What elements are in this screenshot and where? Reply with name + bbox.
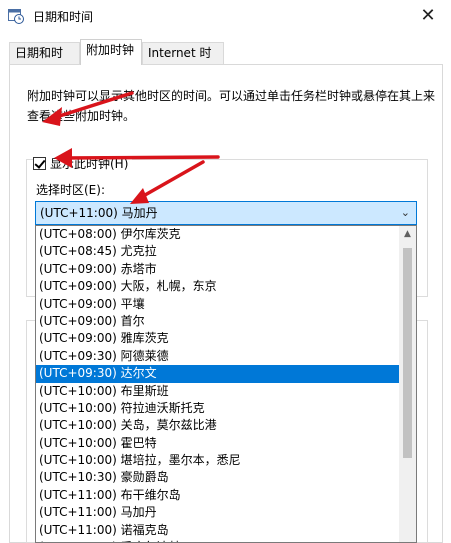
chevron-down-icon: ⌄ [400,206,410,219]
timezone-option[interactable]: (UTC+08:45) 尤克拉 [36,243,400,260]
timezone-option[interactable]: (UTC+10:00) 布里斯班 [36,383,400,400]
timezone-option[interactable]: (UTC+10:00) 霍巴特 [36,435,400,452]
show-clock-checkbox-row[interactable]: 显示此时钟(H) [33,154,133,172]
timezone-option[interactable]: (UTC+09:00) 大阪，札幌，东京 [36,278,400,295]
timezone-option[interactable]: (UTC+08:00) 伊尔库茨克 [36,226,400,243]
timezone-option[interactable]: (UTC+10:00) 关岛，莫尔兹比港 [36,417,400,434]
scroll-up-icon[interactable]: ▲ [399,226,416,243]
timezone-option[interactable]: (UTC+10:30) 豪勋爵岛 [36,469,400,486]
tab-strip: 日期和时间 附加时钟 Internet 时间 [0,39,451,80]
title-bar: 日期和时间 ✕ [0,0,451,31]
timezone-option[interactable]: (UTC+09:00) 雅库茨克 [36,330,400,347]
timezone-select-value: (UTC+11:00) 马加丹 [40,206,158,220]
show-clock-checkbox[interactable] [33,156,46,170]
timezone-label: 选择时区(E): [36,183,105,197]
timezone-option[interactable]: (UTC+09:00) 首尔 [36,313,400,330]
timezone-dropdown-list[interactable]: (UTC+08:00) 伊尔库茨克 (UTC+08:45) 尤克拉 (UTC+09:… [35,225,417,543]
timezone-option[interactable]: (UTC+10:00) 符拉迪沃斯托克 [36,400,400,417]
timezone-options: (UTC+08:00) 伊尔库茨克 (UTC+08:45) 尤克拉 (UTC+09:… [36,226,400,542]
timezone-select[interactable]: (UTC+11:00) 马加丹 ⌄ [35,201,417,225]
close-button[interactable]: ✕ [405,0,451,31]
timezone-option[interactable]: (UTC+09:00) 平壤 [36,296,400,313]
show-clock-label: 显示此时钟(H) [50,156,129,171]
timezone-option[interactable]: (UTC+09:30) 达尔文 [36,365,400,383]
tab-date-time[interactable]: 日期和时间 [9,42,80,80]
clock-calendar-icon [8,9,24,24]
timezone-option[interactable]: (UTC+11:00) 布干维尔岛 [36,487,400,504]
close-icon: ✕ [420,5,436,26]
tab-internet-time[interactable]: Internet 时间 [142,42,224,80]
timezone-option[interactable]: (UTC+09:30) 阿德莱德 [36,348,400,365]
dropdown-scrollbar[interactable]: ▲ [399,226,416,542]
timezone-option[interactable]: (UTC+10:00) 堪培拉，墨尔本，悉尼 [36,452,400,469]
timezone-option[interactable]: (UTC+09:00) 赤塔市 [36,261,400,278]
timezone-option[interactable]: (UTC+11:00) 诺福克岛 [36,522,400,539]
timezone-option[interactable]: (UTC+11:00) 乔库尔达赫 [36,539,400,542]
scrollbar-thumb[interactable] [403,248,412,458]
description-text: 附加时钟可以显示其他时区的时间。可以通过单击任务栏时钟或悬停在其上来查看这些附加… [27,89,436,123]
window-title: 日期和时间 [33,10,94,24]
tab-additional-clocks[interactable]: 附加时钟 [80,39,142,65]
timezone-option[interactable]: (UTC+11:00) 马加丹 [36,504,400,521]
